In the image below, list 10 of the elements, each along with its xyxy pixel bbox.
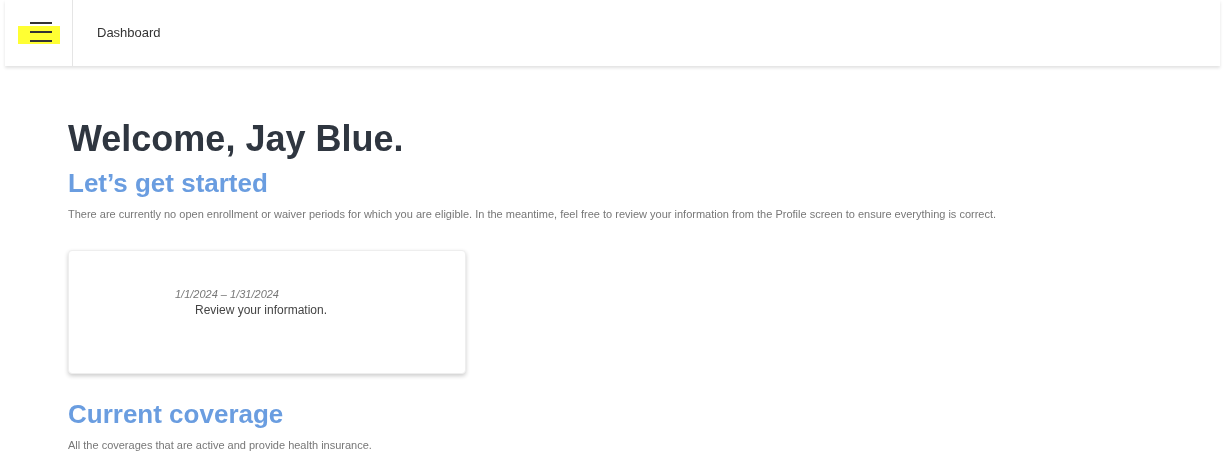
section-description: There are currently no open enrollment or waiver periods for which you are eligible. In the meantime, feel free to review your information from the Profile screen to ensure everything is correct.	[68, 206, 998, 222]
section-description: All the coverages that are active and provide health insurance.	[68, 437, 373, 453]
section-heading: Current coverage	[68, 398, 285, 431]
menu-icon	[15, 20, 62, 46]
menu-button[interactable]	[15, 20, 62, 46]
card-text: Review your information.	[195, 304, 329, 316]
welcome-heading: Welcome, Jay Blue.	[68, 117, 405, 161]
page-title: Dashboard	[97, 24, 161, 43]
date-range: 1/1/2024 – 1/31/2024	[175, 289, 280, 300]
section-heading: Let’s get started	[68, 167, 269, 200]
